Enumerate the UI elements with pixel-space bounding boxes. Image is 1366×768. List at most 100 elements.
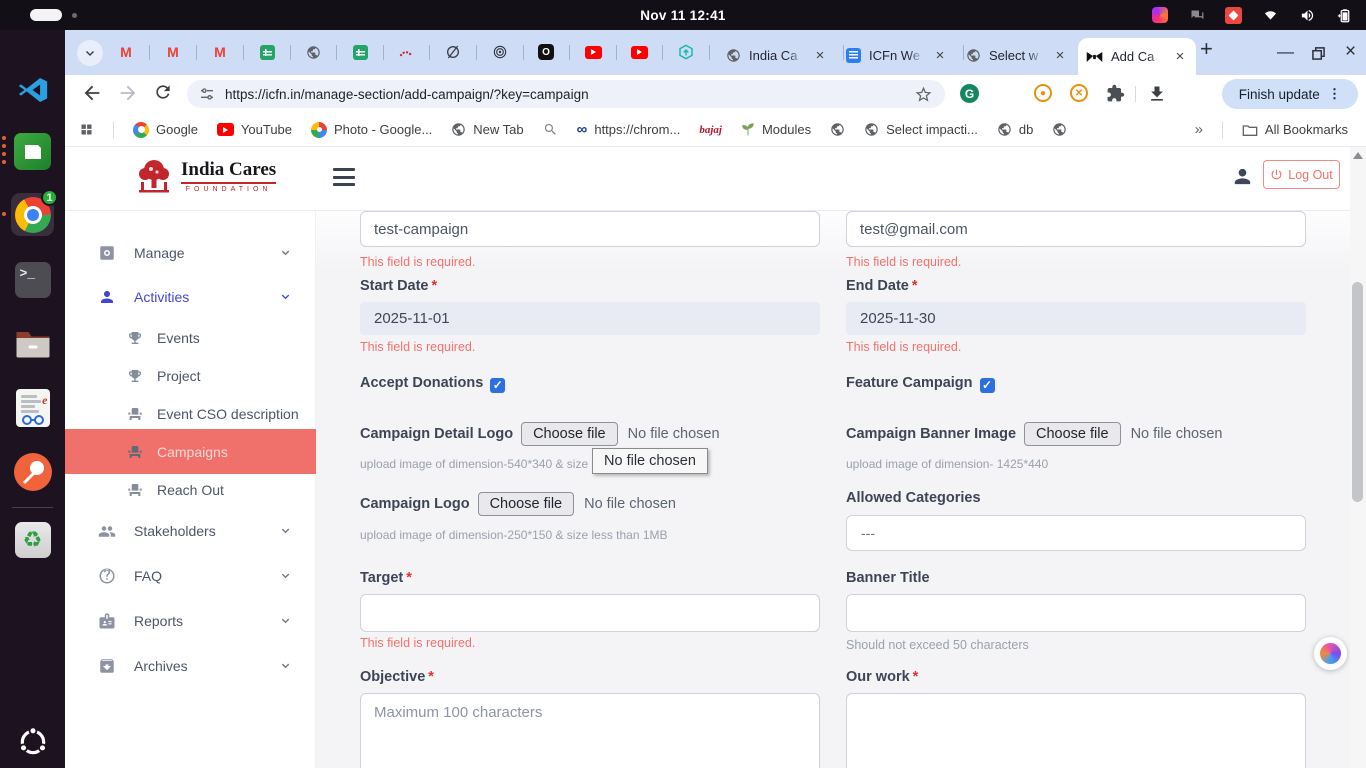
pinned-tab-arc-icon[interactable] [397,43,415,61]
accept-donations-checkbox[interactable]: ✓ [490,378,505,393]
sidebar-item-reports[interactable]: Reports [65,603,316,639]
bookmark-photos[interactable]: Photo - Google... [311,122,432,138]
bookmark-bajaj[interactable]: bajaj [699,124,722,136]
window-restore-button[interactable] [1312,45,1325,65]
scrollbar-up-arrow[interactable] [1353,152,1363,159]
banner-title-input[interactable] [846,594,1306,632]
bookmark-search-icon[interactable] [543,122,558,137]
pinned-tab-fingerprint-icon[interactable] [491,43,509,61]
tab-close-icon[interactable]: × [812,47,828,64]
sidebar-item-reach-out[interactable]: Reach Out [65,472,316,508]
logout-button[interactable]: Log Out [1263,160,1340,189]
hamburger-menu-icon[interactable] [333,168,355,186]
address-bar[interactable]: https://icfn.in/manage-section/add-campa… [187,80,945,108]
objective-textarea[interactable] [360,693,820,768]
bookmark-google[interactable]: Google [133,122,198,138]
dock-libreoffice-calc-icon[interactable] [11,130,54,173]
bookmarks-overflow-chevrons[interactable]: » [1195,121,1203,138]
dock-document-viewer-icon[interactable]: e [11,386,54,429]
sidebar-item-campaigns-active[interactable]: Campaigns [65,429,316,474]
pinned-tab-hexagon-arrow-icon[interactable] [677,43,695,61]
tab-close-icon[interactable]: × [1052,47,1068,64]
orange-x-extension-icon[interactable]: ✕ [1070,84,1088,102]
tab-close-icon[interactable]: × [1172,48,1188,65]
pinned-tab-gmail-icon[interactable]: M [164,43,182,61]
system-tray[interactable] [1152,0,1354,30]
choose-file-button[interactable]: Choose file [1024,422,1121,446]
sidebar-item-faq[interactable]: FAQ [65,558,316,594]
campaign-name-input[interactable] [360,211,820,247]
chat-icon[interactable] [1188,8,1205,23]
downloads-icon[interactable] [1147,84,1167,109]
tab-india-cares[interactable]: India Ca × [718,38,836,72]
browser-menu-icon[interactable]: ⋮ [1328,86,1342,102]
site-logo[interactable]: India Cares Foundation [135,158,276,194]
bookmark-select-impact[interactable]: Select impacti... [864,122,978,137]
dock-chrome-icon[interactable]: 1 [11,193,54,236]
window-close-button[interactable]: × [1345,42,1356,62]
bookmark-chromedriver[interactable]: ∞https://chrom... [577,121,681,138]
allowed-categories-select[interactable]: --- [846,515,1306,551]
tab-icfn-web[interactable]: ICFn We × [838,38,956,72]
pinned-tab-dark-o-icon[interactable]: O [537,43,555,61]
email-input[interactable] [846,211,1306,247]
sidebar-item-activities[interactable]: Activities [65,279,316,315]
tab-close-icon[interactable]: × [932,47,948,64]
bookmark-globe[interactable] [830,122,845,137]
volume-icon[interactable] [1299,8,1316,23]
dock-files-icon[interactable] [11,322,54,365]
system-clock[interactable]: Nov 11 12:41 [640,8,725,23]
scrollbar-thumb[interactable] [1352,282,1363,502]
bookmark-star-icon[interactable] [914,85,933,104]
tab-add-campaign-active[interactable]: Add Ca × [1078,38,1196,75]
floating-extension-button[interactable] [1314,637,1347,670]
choose-file-button[interactable]: Choose file [478,492,575,516]
dock-trash-icon[interactable]: ♻ [11,518,54,561]
bookmark-modules[interactable]: Modules [741,122,811,137]
bookmark-youtube[interactable]: YouTube [217,122,292,137]
bookmark-globe[interactable] [1052,122,1067,137]
our-work-textarea[interactable] [846,693,1306,768]
pinned-tab-gmail-icon[interactable]: M [211,43,229,61]
dock-vscode-icon[interactable] [11,68,54,111]
pinned-tab-globe-icon[interactable] [304,43,322,61]
window-minimize-button[interactable]: — [1277,42,1294,62]
app-cube-icon[interactable] [1152,7,1168,23]
target-input[interactable] [360,594,820,632]
reload-button[interactable] [153,82,173,107]
pinned-tab-youtube-icon[interactable] [584,43,602,61]
pinned-tab-gmail-icon[interactable]: M [117,43,135,61]
tab-select[interactable]: Select w × [958,38,1076,72]
bookmark-new-tab[interactable]: New Tab [451,122,523,137]
extensions-puzzle-icon[interactable] [1106,84,1125,108]
battery-icon[interactable] [1336,8,1354,23]
sidebar-item-project[interactable]: Project [65,358,316,394]
sidebar-item-stakeholders[interactable]: Stakeholders [65,513,316,549]
orange-person-extension-icon[interactable]: ● [1034,84,1052,102]
dock-ubuntu-logo-icon[interactable] [11,720,54,763]
screen-share-icon[interactable] [1225,7,1242,24]
pinned-tab-sheets-icon[interactable] [351,43,369,61]
end-date-input[interactable]: 2025-11-30 [846,302,1306,335]
sidebar-item-manage[interactable]: Manage [65,235,316,271]
url-text[interactable]: https://icfn.in/manage-section/add-campa… [225,87,904,102]
bookmark-db[interactable]: db [997,122,1033,137]
sidebar-item-events[interactable]: Events [65,320,316,356]
site-settings-icon[interactable] [199,86,215,102]
feature-campaign-checkbox[interactable]: ✓ [980,378,995,393]
forward-button[interactable] [117,82,139,109]
pinned-tab-slashed-circle-icon[interactable] [444,43,462,61]
tab-search-button[interactable] [77,40,103,66]
apps-grid-icon[interactable] [79,122,94,137]
new-tab-button[interactable]: + [1200,39,1213,59]
user-icon[interactable] [1231,165,1254,193]
pinned-tab-youtube-icon[interactable] [630,43,648,61]
sidebar-item-event-cso-description[interactable]: Event CSO description [65,396,316,432]
sidebar-item-archives[interactable]: Archives [65,648,316,684]
dock-terminal-icon[interactable]: >_ [11,258,54,301]
all-bookmarks-button[interactable]: All Bookmarks [1242,122,1348,137]
finish-update-button[interactable]: Finish update ⋮ [1222,79,1358,109]
page-scrollbar[interactable] [1350,147,1366,768]
choose-file-button[interactable]: Choose file [521,422,618,446]
pinned-tab-sheets-icon[interactable] [258,43,276,61]
